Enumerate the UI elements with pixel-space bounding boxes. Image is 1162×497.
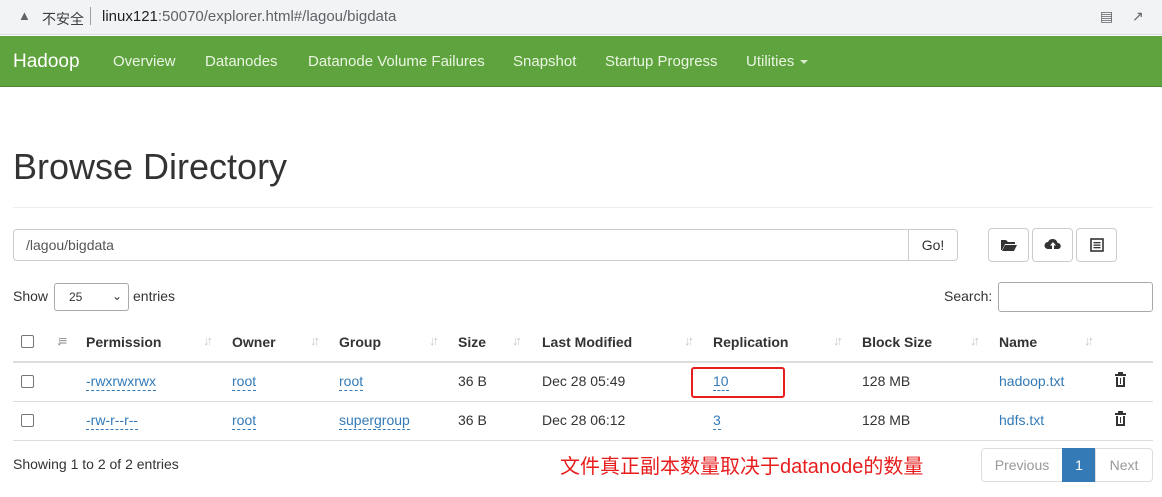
owner-link[interactable]: root <box>232 373 257 391</box>
show-label: Show <box>13 288 49 304</box>
row-checkbox[interactable] <box>21 414 34 427</box>
nav-overview[interactable]: Overview <box>113 53 176 70</box>
table-info: Showing 1 to 2 of 2 entries <box>13 456 179 472</box>
go-button[interactable]: Go! <box>908 229 958 261</box>
file-name-link[interactable]: hadoop.txt <box>999 373 1064 389</box>
entries-label: entries <box>133 288 176 304</box>
caret-down-icon <box>800 60 809 65</box>
permission-link[interactable]: -rwxrwxrwx <box>86 373 156 391</box>
modified-cell: Dec 28 06:12 <box>542 412 626 428</box>
trash-icon[interactable] <box>1115 411 1126 426</box>
navbar: Hadoop Overview Datanodes Datanode Volum… <box>0 36 1162 87</box>
nav-utilities-label: Utilities <box>746 53 795 70</box>
nav-startup-progress[interactable]: Startup Progress <box>605 53 718 70</box>
nav-datanodes[interactable]: Datanodes <box>205 53 278 70</box>
folder-open-icon <box>1000 240 1017 252</box>
list-alt-icon <box>1089 238 1104 252</box>
warning-icon[interactable]: ▲ <box>18 8 31 23</box>
entries-per-page-select[interactable]: 25 ⌄ <box>54 283 129 311</box>
sort-icon[interactable]: ↓≡ <box>56 333 67 348</box>
file-name-link[interactable]: hdfs.txt <box>999 412 1044 428</box>
search-input[interactable] <box>998 282 1153 312</box>
group-link[interactable]: supergroup <box>339 412 410 430</box>
sort-icon[interactable]: ↓↑ <box>512 333 522 348</box>
replication-link[interactable]: 3 <box>713 412 721 430</box>
nav-volume-failures[interactable]: Datanode Volume Failures <box>308 53 485 70</box>
row-divider <box>13 401 1153 402</box>
size-cell: 36 B <box>458 412 487 428</box>
owner-link[interactable]: root <box>232 412 257 430</box>
column-header-permission[interactable]: Permission <box>86 334 161 350</box>
title-divider <box>13 207 1153 208</box>
share-icon[interactable]: ↗ <box>1132 8 1144 25</box>
page-title: Browse Directory <box>13 146 288 187</box>
translate-icon[interactable]: ▤ <box>1100 8 1113 25</box>
chevron-down-icon: ⌄ <box>111 289 122 303</box>
table-bottom-divider <box>13 440 1153 441</box>
block-size-cell: 128 MB <box>862 373 911 389</box>
pagination-previous[interactable]: Previous <box>981 448 1063 482</box>
brand-link[interactable]: Hadoop <box>13 51 80 73</box>
group-link[interactable]: root <box>339 373 364 391</box>
directory-path-input[interactable] <box>13 229 909 261</box>
sort-icon[interactable]: ↓↑ <box>429 333 439 348</box>
sort-icon[interactable]: ↓↑ <box>684 333 694 348</box>
entries-per-page-value: 25 <box>69 290 83 304</box>
browser-address-bar: ▲ 不安全 linux121:50070/explorer.html#/lago… <box>0 0 1162 35</box>
nav-snapshot[interactable]: Snapshot <box>513 53 576 70</box>
sort-icon[interactable]: ↓↑ <box>1084 333 1094 348</box>
column-header-group[interactable]: Group <box>339 334 381 350</box>
column-header-last-modified[interactable]: Last Modified <box>542 334 632 350</box>
upload-files-button[interactable] <box>1032 228 1073 262</box>
nav-utilities[interactable]: Utilities <box>746 53 809 70</box>
cloud-upload-icon <box>1044 239 1061 250</box>
size-cell: 36 B <box>458 373 487 389</box>
insecure-label[interactable]: 不安全 <box>42 9 84 29</box>
block-size-cell: 128 MB <box>862 412 911 428</box>
column-header-owner[interactable]: Owner <box>232 334 276 350</box>
header-divider <box>13 361 1153 363</box>
pagination-page-1[interactable]: 1 <box>1062 448 1096 482</box>
sort-icon[interactable]: ↓↑ <box>310 333 320 348</box>
sort-icon[interactable]: ↓↑ <box>970 333 980 348</box>
cut-paste-button[interactable] <box>1076 228 1117 262</box>
annotation-note: 文件真正副本数量取决于datanode的数量 <box>560 456 924 478</box>
modified-cell: Dec 28 05:49 <box>542 373 626 389</box>
column-header-name[interactable]: Name <box>999 334 1037 350</box>
search-label: Search: <box>944 288 993 304</box>
row-checkbox[interactable] <box>21 375 34 388</box>
create-directory-button[interactable] <box>988 228 1029 262</box>
pagination-next[interactable]: Next <box>1095 448 1153 482</box>
trash-icon[interactable] <box>1115 372 1126 387</box>
column-header-replication[interactable]: Replication <box>713 334 788 350</box>
select-all-checkbox[interactable] <box>21 335 34 348</box>
sort-icon[interactable]: ↓↑ <box>833 333 843 348</box>
replication-highlight-box <box>691 367 785 398</box>
column-header-size[interactable]: Size <box>458 334 486 350</box>
permission-link[interactable]: -rw-r--r-- <box>86 412 139 430</box>
sort-icon[interactable]: ↓↑ <box>203 333 213 348</box>
address-separator <box>90 7 91 25</box>
url-text[interactable]: linux121:50070/explorer.html#/lagou/bigd… <box>102 8 396 25</box>
column-header-block-size[interactable]: Block Size <box>862 334 932 350</box>
